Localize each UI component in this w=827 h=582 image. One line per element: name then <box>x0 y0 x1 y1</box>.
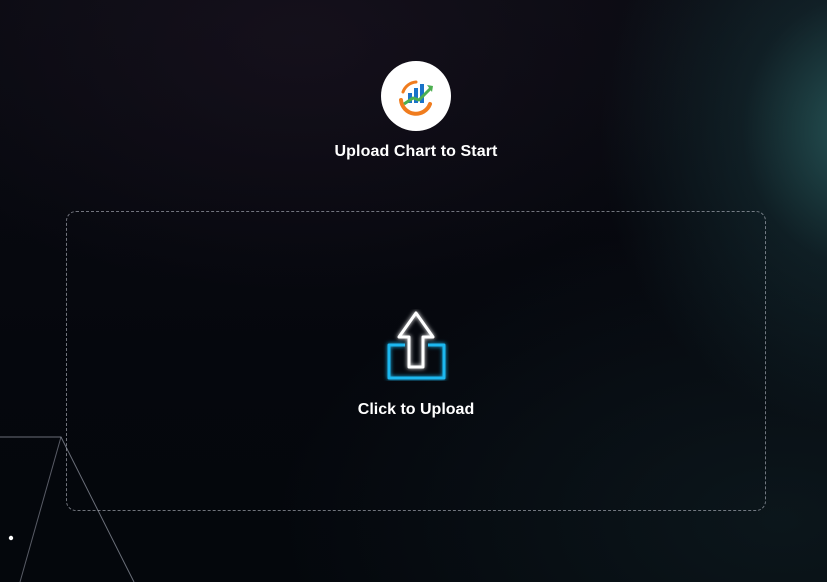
upload-label[interactable]: Click to Upload <box>0 401 827 419</box>
upload-arrow-icon[interactable] <box>383 309 449 381</box>
page-title: Upload Chart to Start <box>334 143 498 160</box>
star-dot <box>8 535 14 541</box>
app-logo <box>381 61 451 131</box>
upload-page: Upload Chart to Start Click to Upload <box>0 0 827 582</box>
chart-growth-logo-icon <box>399 80 433 116</box>
